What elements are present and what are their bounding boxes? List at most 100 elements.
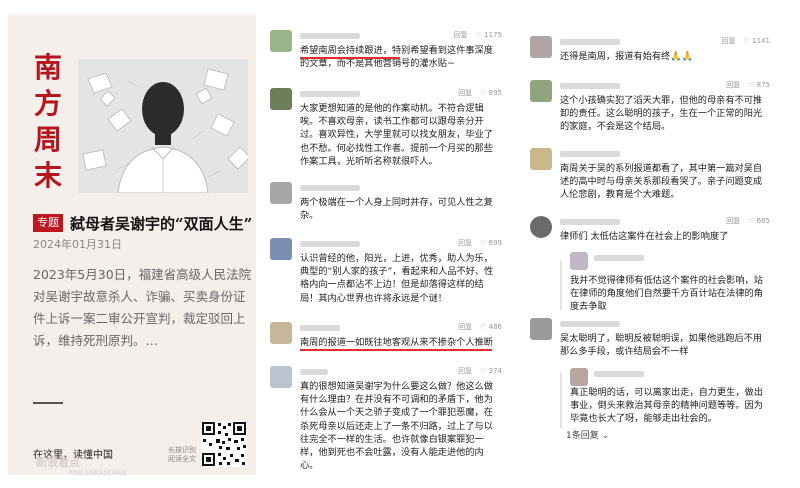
screenshot-canvas: 南 方 周 末 专题 弑母者吴谢宇的“双面人生” 2024年01月31日 202… [0, 0, 800, 488]
avatar[interactable] [530, 148, 552, 170]
logo-char: 方 [33, 87, 62, 120]
reply-button[interactable]: 回复 [726, 81, 740, 89]
divider [33, 402, 63, 404]
avatar[interactable] [570, 252, 588, 270]
more-replies-link[interactable]: 1条回复 ⌄ [566, 428, 609, 441]
username-blurred [300, 33, 360, 39]
like-icon[interactable]: ♡ [748, 217, 754, 225]
nanfang-weekend-logo: 南 方 周 末 [28, 50, 68, 192]
reply-item[interactable]: 真正聪明的话，可以离家出走，自力更生，做出事业，倒头来救治其母亲的精神问题等等。… [530, 368, 770, 430]
avatar[interactable] [530, 216, 552, 238]
username-blurred [300, 369, 328, 375]
avatar[interactable] [270, 182, 292, 204]
reply-button[interactable]: 回复 [726, 217, 740, 225]
username-blurred [300, 91, 360, 97]
comment-text: 我并不觉得律师有低估这个案件的社会影响，站在律师的角度他们自然要千方百计站在法律… [570, 275, 763, 313]
username-blurred [560, 151, 620, 157]
comment-meta: 回复 ♡ 486 [458, 322, 502, 332]
like-icon[interactable]: ♡ [480, 367, 486, 375]
comment-item[interactable]: 回复 ♡ 486 南周的报道一如既往地客观从来不掺杂个人推断 [270, 322, 502, 352]
comment-meta: 回复 ♡ 665 [726, 216, 770, 226]
article-card[interactable]: 南 方 周 末 专题 弑母者吴谢宇的“双面人生” 2024年01月31日 202… [8, 14, 256, 477]
qr-code-icon[interactable] [201, 421, 247, 467]
comment-item[interactable]: 回复 ♡ 699 认识曾经的他，阳光，上进，优秀，助人为乐，典型的“别人家的孩子”… [270, 238, 502, 322]
comment-text: 两个极端在一个人身上同时并存，可见人性之复杂。 [300, 197, 493, 222]
comment-item[interactable]: 回复 ♡ 374 真的很想知道吴谢宇为什么要这么做？他这么做有什么理由？在并没有不… [270, 366, 502, 476]
like-icon[interactable]: ♡ [480, 239, 486, 247]
username-blurred [594, 371, 644, 377]
comment-item[interactable]: 回复 ♡ 1175 希望南周会持续跟进，特别希望看到这件事深度的文章，而不是其他营… [270, 30, 502, 74]
username-blurred [594, 255, 644, 261]
article-summary: 2023年5月30日，福建省高级人民法院对吴谢宇故意杀人、诈骗、买卖身份证件上诉… [33, 267, 252, 348]
topic-tag: 专题 [33, 214, 63, 232]
article-date: 2024年01月31日 [33, 238, 122, 251]
silhouette-figure-icon [78, 59, 248, 193]
like-icon[interactable]: ♡ [748, 81, 754, 89]
reply-button[interactable]: 回复 [454, 31, 468, 39]
comment-text: 真正聪明的话，可以离家出走，自力更生，做出事业，倒头来救治其母亲的精神问题等等。… [570, 387, 763, 425]
reply-button[interactable]: 回复 [458, 239, 472, 247]
reply-thread-line [560, 372, 562, 428]
comment-item[interactable]: 回复 ♡ 665 律师们 太低估这案件在社会上的影响度了 [530, 216, 770, 250]
avatar[interactable] [530, 318, 552, 340]
avatar[interactable] [570, 368, 588, 386]
reply-thread-line [560, 260, 562, 310]
like-icon[interactable]: ♡ [744, 37, 750, 45]
logo-char: 南 [33, 51, 62, 84]
like-icon[interactable]: ♡ [480, 89, 486, 97]
comment-meta: 回复 ♡ 699 [458, 238, 502, 248]
qr-hint: 长按识别阅读全文 [168, 446, 196, 463]
comment-meta: 回复 ♡ 895 [458, 88, 502, 98]
avatar[interactable] [270, 30, 292, 52]
comment-item[interactable]: 回复 ♡ 875 这个小孩确实犯了滔天大罪，但他的母亲有不可推卸的责任。这么聪明的… [530, 80, 770, 150]
avatar[interactable] [530, 36, 552, 58]
comment-text: 南周的报道一如既往地客观从来不掺杂个人推断 [300, 337, 493, 348]
comment-text: 还得是南周，报道有始有终🙏🙏 [560, 51, 694, 62]
cover-illustration [78, 59, 248, 193]
like-count: 699 [488, 239, 502, 247]
reply-button[interactable]: 回复 [458, 367, 472, 375]
qr-pattern [201, 421, 247, 467]
like-count: 374 [488, 367, 502, 375]
comment-meta: 回复 ♡ 1175 [454, 30, 502, 40]
avatar[interactable] [270, 238, 292, 260]
reply-button[interactable]: 回复 [458, 89, 472, 97]
logo-char: 末 [33, 159, 62, 192]
comment-text: 南周关于吴的系列报道都看了，其中第一篇对吴自述的高中时与母亲关系那段看哭了。亲子… [560, 163, 763, 201]
like-icon[interactable]: ♡ [476, 31, 482, 39]
like-count: 486 [488, 323, 502, 331]
reply-item[interactable]: 我并不觉得律师有低估这个案件的社会影响，站在律师的角度他们自然要千方百计站在法律… [530, 252, 770, 312]
watermark-sub: XINLANKANDIAN [68, 469, 127, 477]
like-count: 875 [756, 81, 770, 89]
comment-meta: 回复 ♡ 1141 [722, 36, 770, 46]
comment-item[interactable]: 回复 ♡ 1141 还得是南周，报道有始有终🙏🙏 [530, 36, 770, 66]
username-blurred [560, 39, 620, 45]
comment-meta: 回复 ♡ 374 [458, 366, 502, 376]
username-blurred [560, 83, 620, 89]
comment-text: 大家更想知道的是他的作案动机。不符合逻辑唉。不喜欢母亲，读书工作都可以跟母亲分开… [300, 103, 493, 167]
avatar[interactable] [270, 88, 292, 110]
comment-item[interactable]: 南周关于吴的系列报道都看了，其中第一篇对吴自述的高中时与母亲关系那段看哭了。亲子… [530, 148, 770, 206]
comment-text: 认识曾经的他，阳光，上进，优秀，助人为乐，典型的“别人家的孩子”，看起来和人品不… [300, 253, 494, 304]
reply-button[interactable]: 回复 [722, 37, 736, 45]
avatar[interactable] [270, 366, 292, 388]
reply-button[interactable]: 回复 [458, 323, 472, 331]
comment-item[interactable]: 吴太聪明了，聪明反被聪明误，如果他逃跑后不用那么多手段，或许结局会不一样 [530, 318, 770, 364]
comment-item[interactable]: 回复 ♡ 895 大家更想知道的是他的作案动机。不符合逻辑唉。不喜欢母亲，读书工作… [270, 88, 502, 184]
like-count: 895 [488, 89, 502, 97]
text-underline [300, 57, 400, 59]
like-count: 665 [756, 217, 770, 225]
logo-char: 周 [33, 123, 62, 156]
avatar[interactable] [270, 322, 292, 344]
comment-text: 律师们 太低估这案件在社会上的影响度了 [560, 231, 729, 242]
watermark: 新浪看点 [36, 456, 80, 469]
like-icon[interactable]: ♡ [480, 323, 486, 331]
username-blurred [560, 219, 620, 225]
comment-item[interactable]: 两个极端在一个人身上同时并存，可见人性之复杂。 [270, 182, 502, 228]
username-blurred [300, 241, 360, 247]
like-count: 1175 [484, 31, 502, 39]
comment-text: 真的很想知道吴谢宇为什么要这么做？他这么做有什么理由？在并没有不可调和的矛盾下，… [300, 381, 493, 472]
article-title[interactable]: 弑母者吴谢宇的“双面人生” [70, 213, 252, 234]
avatar[interactable] [530, 80, 552, 102]
username-blurred [300, 185, 360, 191]
